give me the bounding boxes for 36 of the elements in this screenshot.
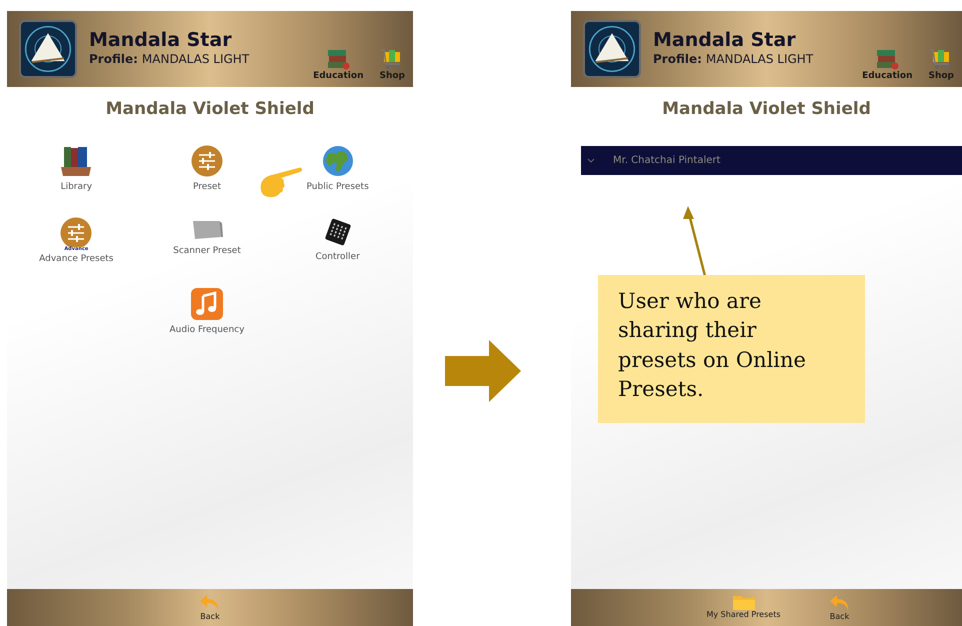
music-note-icon [190, 288, 223, 320]
books-icon [59, 145, 94, 177]
app-title: Mandala Star [653, 30, 797, 50]
callout-note: User who are sharing their presets on Online Presets. [598, 275, 865, 423]
user-name: Mr. Chatchai Pintalert [613, 154, 720, 168]
menu-item[interactable]: Library [59, 145, 94, 194]
books-icon [875, 48, 900, 70]
back-button[interactable]: Back [199, 593, 221, 621]
menu-item[interactable]: Scanner Preset [173, 216, 241, 266]
profile-name: MANDALAS LIGHT [142, 51, 250, 68]
menu-item[interactable]: Controller [316, 216, 360, 266]
menu-item[interactable]: Public Presets [306, 145, 369, 194]
profile-label: Profile: [653, 51, 702, 68]
education-button[interactable]: Education [313, 48, 364, 83]
curved-arrow-icon [199, 593, 221, 613]
app-logo-icon [19, 20, 77, 78]
education-button[interactable]: Education [862, 48, 912, 83]
menu-item[interactable]: Audio Frequency [170, 288, 244, 338]
right-arrow-icon [445, 340, 521, 402]
shared-presets-button[interactable]: My Shared Presets [706, 593, 780, 619]
app-logo-icon [583, 20, 641, 78]
back-button[interactable]: Back [828, 593, 850, 621]
menu-item[interactable]: Preset [190, 145, 223, 194]
page-title: Mandala Violet Shield [104, 99, 316, 119]
app-title: Mandala Star [89, 30, 233, 50]
curved-arrow-icon [828, 593, 850, 613]
user-list-item[interactable]: Mr. Chatchai Pintalert [581, 146, 962, 175]
chevron-icon [587, 158, 595, 164]
books-icon [326, 48, 350, 70]
profile-name: MANDALAS LIGHT [706, 51, 814, 68]
folder-icon [732, 593, 756, 611]
sliders-icon [60, 216, 92, 248]
globe-icon [322, 145, 354, 177]
profile-label: Profile: [89, 51, 138, 68]
page-title: Mandala Violet Shield [661, 99, 872, 119]
sliders-icon [190, 145, 223, 177]
